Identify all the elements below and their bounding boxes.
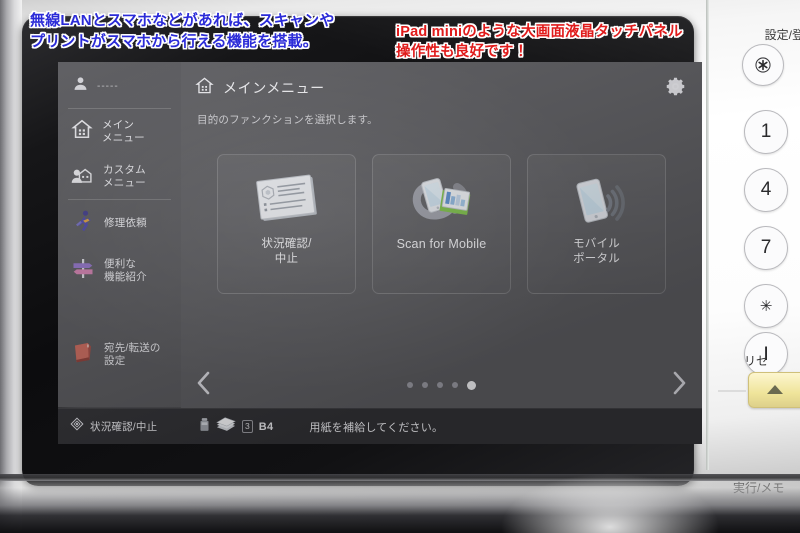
- card-scan-for-mobile[interactable]: Scan for Mobile: [372, 154, 511, 294]
- page-dot[interactable]: [452, 382, 458, 388]
- job-status-icon: [70, 417, 84, 436]
- settings-button[interactable]: [665, 76, 686, 102]
- gear-icon: [665, 77, 686, 101]
- toner-icon: [199, 417, 210, 437]
- printer-photo: ----- メイン メニュー カスタム メニュー 修理依頼 便利な 機能紹介 宛…: [0, 0, 800, 533]
- page-dots: [407, 380, 476, 390]
- sidebar-item-repair-request[interactable]: 修理依頼: [58, 200, 181, 247]
- sidebar-item-label: 宛先/転送の 設定: [104, 342, 161, 367]
- card-job-status[interactable]: 状況確認/中止: [217, 154, 356, 294]
- home-icon: [195, 76, 214, 100]
- sidebar-item-custom-menu[interactable]: カスタム メニュー: [58, 154, 181, 199]
- card-mobile-portal[interactable]: モバイル ポータル: [527, 154, 666, 294]
- key-4[interactable]: 4: [744, 168, 788, 212]
- reset-arrow-icon: [767, 385, 783, 394]
- addressbook-icon: [71, 341, 95, 368]
- carousel-pager: [181, 365, 702, 405]
- sidebar-item-useful-functions[interactable]: 便利な 機能紹介: [58, 247, 181, 294]
- page-subtitle: 目的のファンクションを選択します。: [197, 114, 378, 126]
- page-title: メインメニュー: [223, 80, 325, 96]
- sidebar-item-address-forward-settings[interactable]: 宛先/転送の 設定: [58, 332, 181, 377]
- mobile-portal-icon: [557, 167, 637, 237]
- chevron-left-icon[interactable]: [195, 370, 212, 401]
- function-card-list: 状況確認/中止 Scan for Mobile モバイル ポータル: [181, 154, 702, 294]
- key-star[interactable]: ✳: [744, 284, 788, 328]
- sidebar-item-label: 修理依頼: [104, 217, 147, 230]
- asterisk-key[interactable]: [742, 44, 784, 86]
- control-panel-divider: [718, 390, 746, 392]
- custom-menu-icon: [71, 163, 94, 190]
- status-bar: 状況確認/中止 3 B4 用紙を補給してください。: [58, 408, 702, 444]
- chevron-right-icon[interactable]: [671, 370, 688, 401]
- status-message: 用紙を補給してください。: [309, 421, 444, 434]
- card-label: 状況確認/中止: [261, 238, 312, 265]
- card-label: Scan for Mobile: [396, 237, 487, 251]
- home-icon: [71, 118, 93, 145]
- status-bar-job-button[interactable]: 状況確認/中止: [58, 417, 181, 436]
- page-dot[interactable]: [407, 382, 413, 388]
- touch-panel-bezel: ----- メイン メニュー カスタム メニュー 修理依頼 便利な 機能紹介 宛…: [22, 16, 702, 486]
- key-7[interactable]: 7: [744, 226, 788, 270]
- sidebar-user-row[interactable]: -----: [58, 62, 181, 108]
- annotation-blue: 無線LANとスマホなどがあれば、スキャンや プリントがスマホから行える機能を搭載。: [30, 12, 335, 50]
- sidebar-item-label: カスタム メニュー: [103, 164, 146, 189]
- sidebar-item-label: 便利な 機能紹介: [104, 258, 147, 283]
- page-dot[interactable]: [422, 382, 428, 388]
- printer-body-highlight: [500, 473, 720, 533]
- key-1[interactable]: 1: [744, 110, 788, 154]
- paper-stack-icon: [216, 416, 236, 437]
- sidebar-user-name: -----: [97, 80, 119, 92]
- user-icon: [72, 75, 89, 97]
- main-header: メインメニュー: [181, 62, 702, 100]
- main-panel: メインメニュー 目的のファンクションを選択します。 状況確認/ 中止 Scan …: [181, 62, 702, 409]
- printer-body-left-edge: [0, 0, 22, 533]
- settings-register-label: 設定/登: [764, 28, 800, 42]
- annotation-red: iPad miniのような大画面液晶タッチパネル 操作性も良好です！: [396, 24, 683, 60]
- card-label: モバイル ポータル: [573, 238, 620, 265]
- paper-tray-number: 3: [242, 420, 253, 433]
- scan-for-mobile-icon: [401, 167, 483, 237]
- paper-size-label: B4: [258, 420, 274, 433]
- reset-key-label: リセ: [744, 354, 769, 368]
- job-status-icon: [247, 167, 327, 237]
- status-bar-job-label: 状況確認/中止: [90, 421, 158, 433]
- signpost-icon: [71, 256, 95, 285]
- sidebar: ----- メイン メニュー カスタム メニュー 修理依頼 便利な 機能紹介 宛…: [58, 62, 181, 407]
- sidebar-item-main-menu[interactable]: メイン メニュー: [58, 109, 181, 154]
- control-panel: 設定/登 1 4 7 ✳ Ⅰ: [706, 0, 800, 533]
- page-dot-active[interactable]: [467, 380, 476, 390]
- status-bar-supplies: 3 B4: [181, 416, 274, 437]
- lcd-touchscreen[interactable]: ----- メイン メニュー カスタム メニュー 修理依頼 便利な 機能紹介 宛…: [58, 62, 702, 444]
- page-dot[interactable]: [437, 382, 443, 388]
- repair-icon: [71, 209, 95, 238]
- sidebar-item-label: メイン メニュー: [102, 119, 145, 144]
- reset-key[interactable]: [748, 372, 800, 408]
